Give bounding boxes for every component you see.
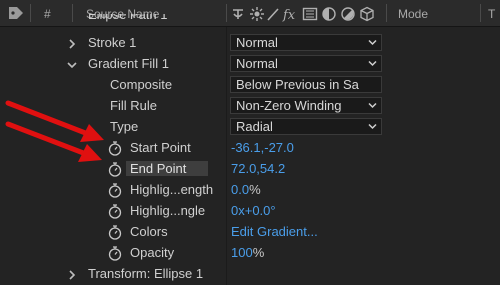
highlight-length-field[interactable]: 0.0%: [231, 182, 261, 197]
chevron-down-icon: [368, 60, 377, 67]
edit-gradient-link[interactable]: Edit Gradient...: [231, 224, 318, 239]
chevron-down-icon: [368, 102, 377, 109]
list-item-colors[interactable]: Colors Edit Gradient...: [0, 222, 500, 243]
chevron-down-icon[interactable]: [66, 59, 78, 71]
blend-mode-dropdown[interactable]: Normal: [230, 34, 382, 51]
dropdown-value: Radial: [236, 119, 273, 134]
dropdown-value: Normal: [236, 35, 278, 50]
property-label: Start Point: [130, 140, 191, 155]
blend-mode-dropdown[interactable]: Normal: [230, 55, 382, 72]
property-label: Fill Rule: [110, 98, 157, 113]
unit-label: %: [249, 182, 261, 197]
property-label: Type: [110, 119, 139, 134]
gradient-type-dropdown[interactable]: Radial: [230, 118, 382, 135]
opacity-value: 100: [231, 245, 253, 260]
end-point-value[interactable]: 72.0,54.2: [231, 161, 285, 176]
stopwatch-icon[interactable]: [107, 182, 123, 198]
list-item-type[interactable]: Type Radial: [0, 117, 500, 138]
list-item-transform[interactable]: Transform: Ellipse 1: [0, 264, 500, 285]
unit-label: %: [252, 245, 265, 260]
chevron-right-icon[interactable]: [66, 269, 78, 281]
list-item-gradient-fill[interactable]: Gradient Fill 1 Normal: [0, 54, 500, 75]
chevron-right-icon[interactable]: [66, 38, 78, 50]
property-label: Highlig...ngle: [130, 203, 206, 218]
property-label: Ellipse Path 1: [88, 14, 168, 22]
highlight-angle-value[interactable]: 0x+0.0°: [231, 203, 276, 218]
stopwatch-icon[interactable]: [107, 140, 123, 156]
composite-dropdown[interactable]: Below Previous in Sa: [230, 76, 382, 93]
list-item-composite[interactable]: Composite Below Previous in Sa: [0, 75, 500, 96]
dropdown-value: Normal: [236, 56, 278, 71]
stopwatch-icon[interactable]: [107, 224, 123, 240]
property-label: Transform: Ellipse 1: [88, 266, 204, 281]
property-label: Stroke 1: [88, 35, 137, 50]
property-label: Opacity: [130, 245, 175, 260]
property-label: Colors: [130, 224, 168, 239]
list-item-opacity[interactable]: Opacity 100%: [0, 243, 500, 264]
highlight-length-value: 0.0: [231, 182, 250, 197]
list-item-fill-rule[interactable]: Fill Rule Non-Zero Winding: [0, 96, 500, 117]
chevron-down-icon: [368, 39, 377, 46]
dropdown-value: Below Previous in Sa: [236, 77, 359, 92]
property-label: End Point: [126, 161, 209, 176]
fill-rule-dropdown[interactable]: Non-Zero Winding: [230, 97, 382, 114]
property-label: Highlig...ength: [130, 182, 214, 197]
opacity-field[interactable]: 100%: [231, 245, 264, 260]
property-label: Composite: [110, 77, 173, 92]
list-item-stroke[interactable]: Stroke 1 Normal: [0, 33, 500, 54]
list-item-start-point[interactable]: Start Point -36.1,-27.0: [0, 138, 500, 159]
list-item-ellipse-path[interactable]: Ellipse Path 1: [0, 14, 500, 28]
dropdown-value: Non-Zero Winding: [236, 98, 342, 113]
start-point-value[interactable]: -36.1,-27.0: [231, 140, 294, 155]
stopwatch-icon[interactable]: [107, 245, 123, 261]
chevron-down-icon: [368, 123, 377, 130]
stopwatch-icon[interactable]: [107, 161, 123, 177]
list-item-highlight-length[interactable]: Highlig...ength 0.0%: [0, 180, 500, 201]
list-item-end-point[interactable]: End Point 72.0,54.2: [0, 159, 500, 180]
property-label: Gradient Fill 1: [88, 56, 169, 71]
list-item-highlight-angle[interactable]: Highlig...ngle 0x+0.0°: [0, 201, 500, 222]
stopwatch-icon[interactable]: [107, 203, 123, 219]
